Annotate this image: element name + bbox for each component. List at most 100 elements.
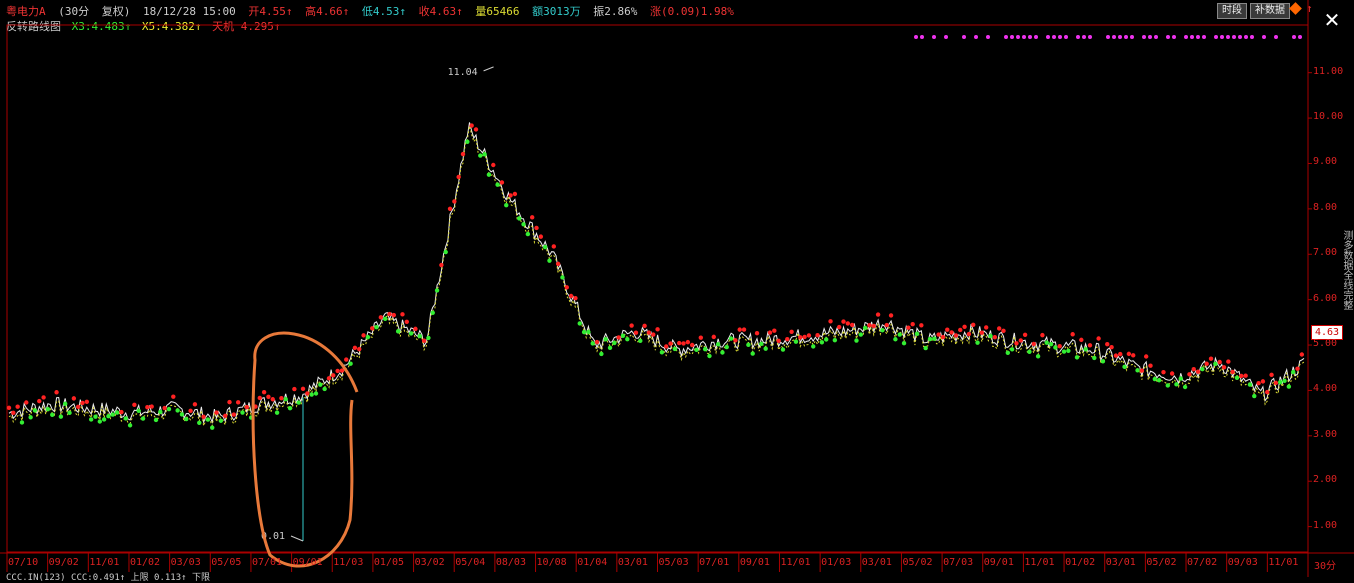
sell-marker [235, 400, 241, 405]
buy-marker [603, 337, 608, 342]
y-tick-label: 8.00 [1313, 201, 1338, 213]
buy-marker [283, 397, 288, 402]
x-tick-label: 07/02 [1187, 557, 1218, 568]
sell-marker [884, 322, 889, 328]
buy-marker [793, 339, 799, 344]
x-tick-label: 07/10 [8, 557, 39, 568]
buy-marker [1083, 347, 1088, 352]
period-indicator[interactable]: 30分 [1314, 557, 1336, 572]
sell-marker [24, 400, 29, 405]
signal-dot [920, 35, 924, 39]
sell-marker [936, 332, 941, 337]
sell-marker [421, 338, 427, 343]
buy-marker [577, 321, 582, 326]
buy-marker [1005, 350, 1011, 355]
buy-marker [318, 382, 323, 387]
y-tick-label: 6.00 [1313, 292, 1338, 304]
sell-marker [953, 333, 959, 338]
signal-dot [1190, 35, 1194, 39]
sell-marker [741, 327, 747, 332]
buy-marker [728, 336, 734, 341]
signal-dot [1172, 35, 1176, 39]
signal-dot [1148, 35, 1152, 39]
buy-marker [625, 336, 630, 342]
x-tick-label: 09/01 [292, 557, 323, 568]
sell-marker [1169, 371, 1175, 376]
sell-marker [326, 376, 332, 381]
sell-marker [529, 215, 535, 220]
sell-marker [668, 341, 673, 346]
buy-marker [1122, 364, 1127, 370]
x-tick-label: 03/01 [617, 557, 648, 568]
buy-marker [97, 419, 103, 424]
sell-marker [508, 193, 513, 198]
sell-marker [1096, 336, 1101, 341]
signal-dot [1184, 35, 1188, 39]
buy-marker [707, 353, 712, 359]
buy-marker [63, 401, 68, 407]
sell-marker [491, 162, 496, 168]
y-tick-label: 10.00 [1313, 111, 1344, 123]
x-tick-label: 07/03 [943, 557, 974, 568]
signal-dot [1028, 35, 1032, 39]
signal-dot [1262, 35, 1266, 39]
y-tick-label: 7.00 [1313, 247, 1338, 259]
buy-marker [45, 406, 51, 412]
buy-marker [811, 344, 816, 349]
sell-marker [469, 123, 474, 128]
sell-marker [370, 326, 375, 331]
sell-marker [1187, 372, 1192, 377]
sell-marker [1226, 359, 1231, 364]
buy-marker [542, 244, 548, 250]
sell-marker [534, 225, 539, 231]
buy-marker [1044, 340, 1049, 345]
sell-marker [737, 327, 742, 332]
buy-marker [599, 351, 604, 357]
sell-marker [266, 394, 271, 399]
stock-chart-window: 粤电力A (30分 复权) 18/12/28 15:00 开4.55↑ 高4.6… [0, 0, 1354, 583]
x-tick-label: 05/02 [902, 557, 933, 568]
buy-marker [1027, 349, 1032, 355]
buy-marker [504, 202, 509, 208]
sell-marker [1143, 354, 1149, 359]
signal-dot [1118, 35, 1122, 39]
buy-marker [715, 342, 721, 347]
sell-marker [214, 410, 219, 415]
sell-marker [651, 332, 656, 337]
buy-marker [517, 216, 522, 221]
y-tick-label: 11.00 [1313, 65, 1344, 77]
buy-marker [19, 420, 25, 425]
buy-marker [590, 341, 595, 346]
sell-marker [344, 357, 349, 362]
sell-marker [292, 386, 297, 392]
buy-marker [1048, 341, 1054, 347]
price-chart: 11.040.01 [0, 0, 1354, 577]
signal-dot [932, 35, 936, 39]
sell-marker [940, 334, 946, 340]
sell-marker [1040, 332, 1045, 338]
sell-marker [841, 319, 846, 324]
buy-marker [525, 231, 531, 237]
buy-marker [153, 417, 159, 423]
signal-dot [1244, 35, 1248, 39]
x-tick-label: 05/02 [1146, 557, 1177, 568]
signal-dot [1238, 35, 1242, 39]
buy-marker [824, 337, 829, 342]
buy-marker [858, 332, 864, 337]
sell-marker [149, 404, 154, 409]
sell-marker [962, 324, 967, 330]
sell-marker [162, 405, 167, 411]
buy-marker [897, 332, 902, 337]
sell-marker [802, 334, 807, 340]
buy-marker [581, 329, 587, 335]
sell-marker [54, 390, 59, 395]
sell-marker [1295, 366, 1300, 371]
signal-dot [1112, 35, 1116, 39]
sell-marker [270, 397, 275, 402]
buy-marker [880, 328, 885, 333]
signal-dot [1292, 35, 1296, 39]
sell-marker [685, 339, 691, 345]
signal-dot [1058, 35, 1062, 39]
signal-dot [1082, 35, 1086, 39]
sell-marker [1239, 373, 1244, 379]
